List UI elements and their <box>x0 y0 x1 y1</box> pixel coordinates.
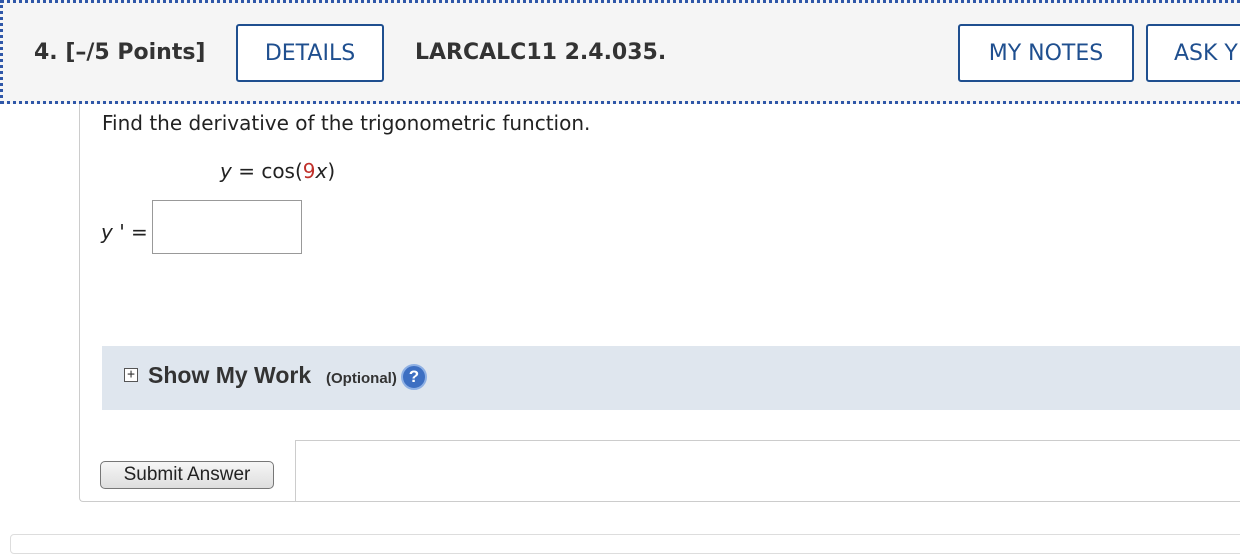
help-icon[interactable]: ? <box>401 364 427 390</box>
equation: y = cos(9x) <box>220 159 335 183</box>
submit-answer-button[interactable]: Submit Answer <box>100 461 274 489</box>
question-label: 4. [–/5 Points] <box>34 40 206 65</box>
details-button[interactable]: DETAILS <box>236 24 384 82</box>
answer-label-rest: ' = <box>112 220 148 244</box>
divider <box>296 440 1240 441</box>
answer-label-var: y <box>101 220 113 244</box>
equation-eq: = cos( <box>231 159 303 183</box>
ask-your-teacher-button[interactable]: ASK Y <box>1146 24 1240 82</box>
answer-input[interactable] <box>152 200 302 254</box>
show-my-work-title[interactable]: Show My Work <box>148 362 311 389</box>
optional-label: (Optional) <box>326 370 397 387</box>
equation-variable: x <box>315 159 328 183</box>
equation-lhs: y <box>220 159 232 183</box>
my-notes-button[interactable]: MY NOTES <box>958 24 1134 82</box>
question-prompt: Find the derivative of the trigonometric… <box>102 111 591 135</box>
divider-vertical <box>295 440 296 502</box>
answer-label: y ' = <box>101 220 148 244</box>
plus-square-icon[interactable]: + <box>124 368 138 382</box>
equation-coefficient: 9 <box>302 159 316 183</box>
question-code: LARCALC11 2.4.035. <box>415 40 667 65</box>
equation-close: ) <box>327 159 336 183</box>
next-question-card <box>10 534 1240 554</box>
